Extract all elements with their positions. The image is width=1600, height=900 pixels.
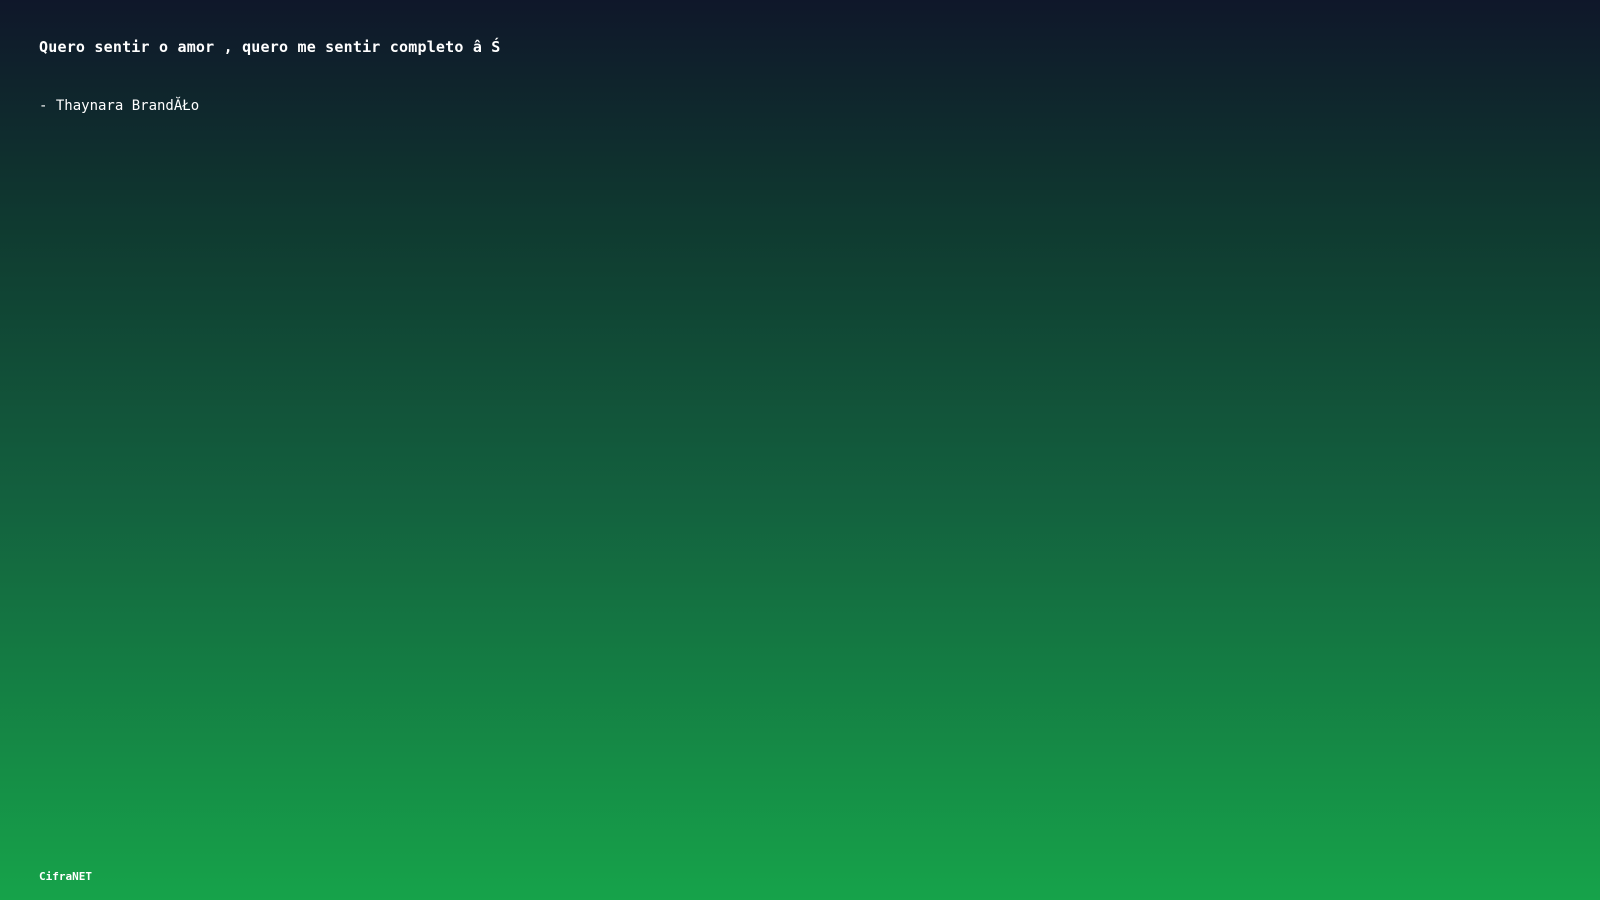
brand-label: CifraNET [39,870,92,883]
quote-text: Quero sentir o amor , quero me sentir co… [39,38,501,56]
quote-author: - Thaynara BrandĂŁo [39,98,200,114]
